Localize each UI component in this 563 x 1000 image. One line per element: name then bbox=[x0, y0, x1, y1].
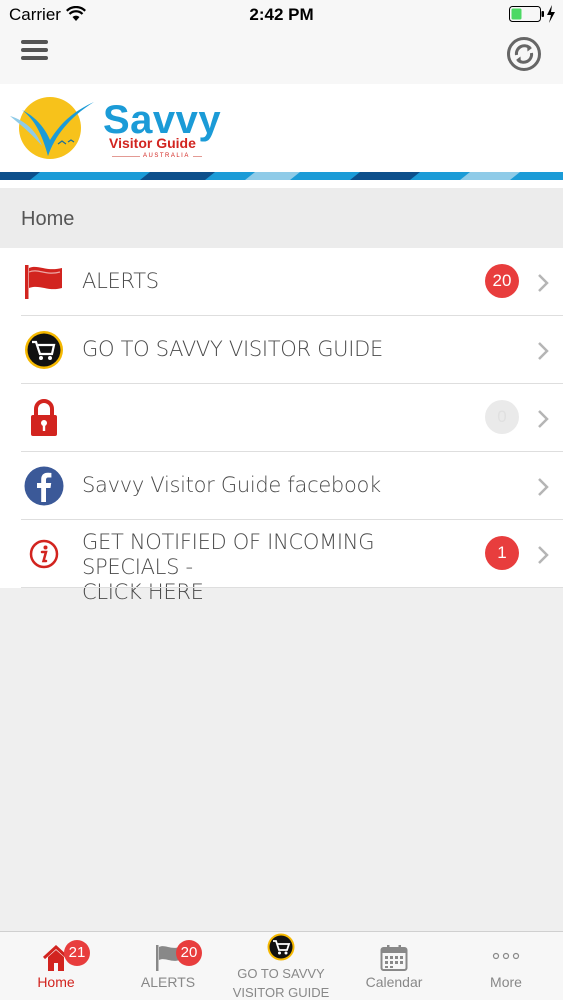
breadcrumb: Home bbox=[0, 188, 563, 248]
tab-calendar[interactable]: Calendar bbox=[338, 932, 450, 1000]
charging-icon bbox=[547, 5, 555, 23]
menu-item-savvy-guide[interactable]: GO TO SAVVY VISITOR GUIDE bbox=[0, 316, 563, 384]
lock-icon bbox=[31, 399, 57, 436]
tab-label-line2: VISITOR GUIDE bbox=[232, 985, 330, 1000]
chevron-right-icon bbox=[538, 274, 549, 292]
status-time: 2:42 PM bbox=[249, 5, 314, 24]
menu-item-label-line2: CLICK HERE bbox=[82, 580, 204, 604]
logo-stripe bbox=[0, 172, 563, 180]
menu-item-label: GET NOTIFIED OF INCOMING SPECIALS - CLICK… bbox=[82, 530, 472, 605]
cart-icon bbox=[25, 331, 63, 369]
menu-item-facebook[interactable]: Savvy Visitor Guide facebook bbox=[0, 452, 563, 520]
menu-item-label: Savvy Visitor Guide facebook bbox=[82, 473, 381, 497]
breadcrumb-home: Home bbox=[21, 208, 75, 230]
tab-home[interactable]: 21 Home bbox=[0, 932, 112, 1000]
logo-subtitle: Visitor Guide bbox=[109, 135, 196, 151]
tab-more[interactable]: More bbox=[450, 932, 562, 1000]
refresh-icon[interactable] bbox=[506, 36, 542, 72]
menu-item-label: ALERTS bbox=[82, 269, 159, 293]
hamburger-icon[interactable] bbox=[18, 36, 52, 70]
info-icon bbox=[29, 539, 59, 569]
tab-home-badge: 21 bbox=[64, 940, 90, 966]
tab-label-line1: GO TO SAVVY bbox=[237, 966, 325, 981]
more-icon bbox=[492, 952, 520, 960]
cart-icon bbox=[267, 933, 295, 961]
tab-savvy-guide[interactable]: GO TO SAVVY VISITOR GUIDE bbox=[225, 932, 337, 1000]
specials-count-badge: 1 bbox=[485, 536, 519, 570]
tab-alerts[interactable]: 20 ALERTS bbox=[112, 932, 224, 1000]
tab-label: Home bbox=[37, 974, 75, 990]
flag-icon bbox=[25, 265, 62, 299]
tab-label: ALERTS bbox=[140, 974, 196, 990]
chevron-right-icon bbox=[538, 410, 549, 428]
chevron-right-icon bbox=[538, 478, 549, 496]
battery-icon bbox=[509, 6, 544, 22]
facebook-icon bbox=[24, 466, 64, 506]
tab-alerts-badge: 20 bbox=[176, 940, 202, 966]
empty-count-badge: 0 bbox=[485, 400, 519, 434]
menu-list: ALERTS 20 GO TO SAVVY VISITOR GUIDE 0 Sa… bbox=[0, 248, 563, 604]
tab-label: GO TO SAVVY VISITOR GUIDE bbox=[225, 964, 337, 1000]
logo-mark-icon bbox=[10, 97, 94, 159]
alerts-count-badge: 20 bbox=[485, 264, 519, 298]
menu-item-locked[interactable]: 0 bbox=[0, 384, 563, 452]
logo-banner: Savvy Visitor Guide AUSTRALIA bbox=[0, 84, 563, 188]
tab-label: Calendar bbox=[365, 974, 423, 990]
nav-bar bbox=[0, 30, 563, 84]
status-bar: Carrier 2:42 PM bbox=[0, 0, 563, 30]
calendar-icon bbox=[380, 945, 408, 971]
logo-country: AUSTRALIA bbox=[140, 153, 193, 159]
tab-label: More bbox=[490, 974, 522, 990]
chevron-right-icon bbox=[538, 342, 549, 360]
menu-item-label: GO TO SAVVY VISITOR GUIDE bbox=[82, 337, 383, 361]
tab-bar: 21 Home 20 ALERTS GO TO SAVVY VISITOR GUI… bbox=[0, 931, 563, 1000]
menu-item-alerts[interactable]: ALERTS 20 bbox=[0, 248, 563, 316]
chevron-right-icon bbox=[538, 546, 549, 564]
menu-item-specials[interactable]: GET NOTIFIED OF INCOMING SPECIALS - CLICK… bbox=[0, 520, 563, 604]
menu-item-label-line1: GET NOTIFIED OF INCOMING SPECIALS - bbox=[82, 530, 375, 579]
row-divider bbox=[21, 587, 563, 588]
